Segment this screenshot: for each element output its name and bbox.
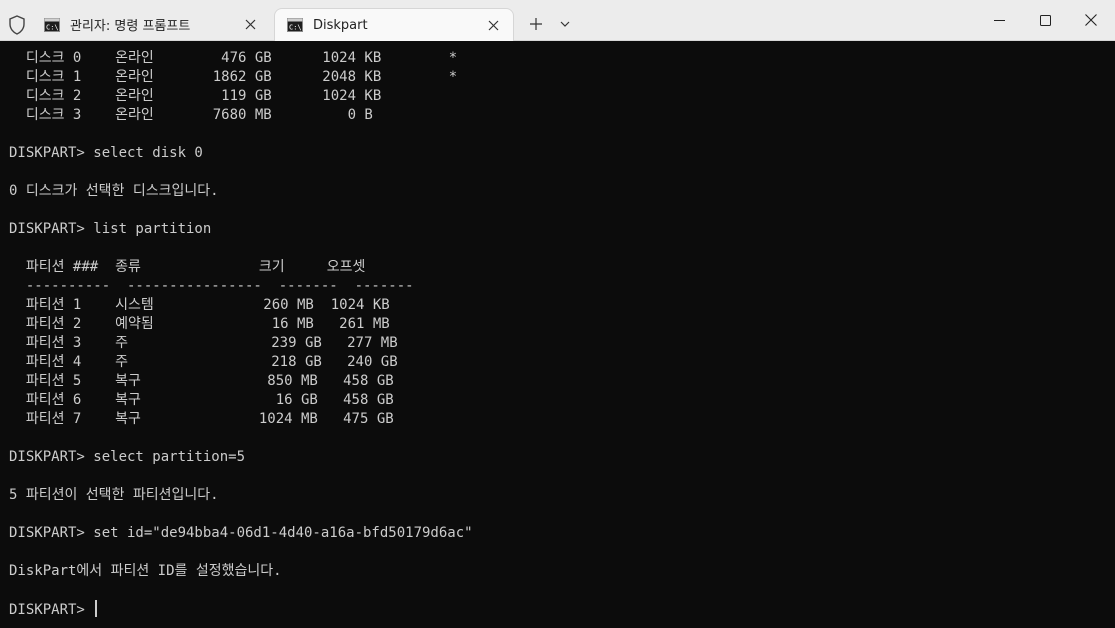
plus-icon xyxy=(530,18,542,30)
terminal-line: 디스크 0 온라인 476 GB 1024 KB * xyxy=(9,50,458,66)
tab-admin-cmd[interactable]: C:\ 관리자: 명령 프롬프트 xyxy=(32,8,270,41)
close-icon[interactable] xyxy=(481,13,505,37)
terminal-line: 파티션 4 주 218 GB 240 GB xyxy=(9,354,398,370)
minimize-icon xyxy=(993,19,1005,21)
tab-dropdown-button[interactable] xyxy=(553,12,577,36)
cmd-icon: C:\ xyxy=(44,17,60,32)
terminal-output[interactable]: 디스크 0 온라인 476 GB 1024 KB * 디스크 1 온라인 186… xyxy=(0,41,1115,628)
terminal-line: 디스크 3 온라인 7680 MB 0 B xyxy=(9,107,373,123)
terminal-line: DISKPART> select partition=5 xyxy=(9,449,246,465)
terminal-line: DISKPART> select disk 0 xyxy=(9,145,203,161)
terminal-line: ---------- ---------------- ------- ----… xyxy=(9,278,414,294)
terminal-line: DISKPART> set id="de94bba4-06d1-4d40-a16… xyxy=(9,525,473,541)
terminal-line: 파티션 1 시스템 260 MB 1024 KB xyxy=(9,297,390,313)
tab-label: Diskpart xyxy=(313,17,368,33)
new-tab-button[interactable] xyxy=(524,12,548,36)
minimize-button[interactable] xyxy=(976,0,1022,40)
chevron-down-icon xyxy=(560,21,570,27)
terminal-window: C:\ 관리자: 명령 프롬프트 C:\ Diskpart 디스크 0 온라인 … xyxy=(0,0,1115,628)
terminal-line: 디스크 1 온라인 1862 GB 2048 KB * xyxy=(9,69,458,85)
terminal-line: 파티션 6 복구 16 GB 458 GB xyxy=(9,392,394,408)
svg-text:C:\: C:\ xyxy=(289,24,302,32)
maximize-icon xyxy=(1039,14,1051,26)
terminal-prompt-line[interactable]: DISKPART> xyxy=(9,600,1115,619)
terminal-line: 파티션 ### 종류 크기 오프셋 xyxy=(9,259,366,275)
title-bar: C:\ 관리자: 명령 프롬프트 C:\ Diskpart xyxy=(0,0,1115,41)
terminal-line: 0 디스크가 선택한 디스크입니다. xyxy=(9,183,219,199)
terminal-prompt: DISKPART> xyxy=(9,602,94,618)
close-icon[interactable] xyxy=(238,13,262,37)
svg-text:C:\: C:\ xyxy=(46,23,59,31)
terminal-line: 파티션 3 주 239 GB 277 MB xyxy=(9,335,398,351)
terminal-line: 파티션 7 복구 1024 MB 475 GB xyxy=(9,411,394,427)
terminal-line: 5 파티션이 선택한 파티션입니다. xyxy=(9,487,219,503)
terminal-line: 파티션 2 예약됨 16 MB 261 MB xyxy=(9,316,390,332)
terminal-line: 파티션 5 복구 850 MB 458 GB xyxy=(9,373,394,389)
tab-label: 관리자: 명령 프롬프트 xyxy=(70,19,191,34)
shield-icon xyxy=(9,15,25,35)
text-cursor xyxy=(95,600,98,617)
tab-diskpart[interactable]: C:\ Diskpart xyxy=(274,8,514,41)
close-icon xyxy=(1085,14,1097,26)
close-window-button[interactable] xyxy=(1068,0,1114,40)
terminal-line: DiskPart에서 파티션 ID를 설정했습니다. xyxy=(9,563,282,579)
terminal-line: DISKPART> list partition xyxy=(9,221,212,237)
terminal-line: 디스크 2 온라인 119 GB 1024 KB xyxy=(9,88,382,104)
cmd-icon: C:\ xyxy=(287,18,303,32)
maximize-button[interactable] xyxy=(1022,0,1068,40)
